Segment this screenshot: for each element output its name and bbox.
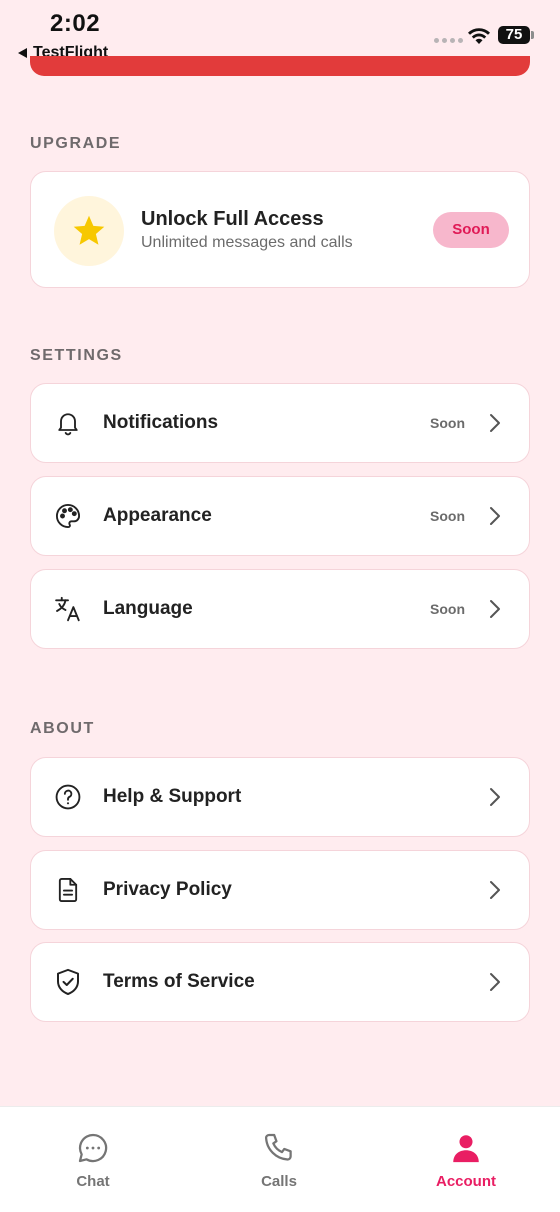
document-icon xyxy=(53,875,83,905)
tab-chat-label: Chat xyxy=(76,1173,110,1190)
about-item-terms-of-service[interactable]: Terms of Service xyxy=(30,942,530,1022)
status-time: 2:02 xyxy=(50,10,101,37)
help-support-label: Help & Support xyxy=(103,786,242,807)
upgrade-title: Unlock Full Access xyxy=(141,208,324,230)
shield-check-icon xyxy=(53,967,83,997)
appearance-soon-tag: Soon xyxy=(430,508,465,524)
settings-item-language[interactable]: Language Soon xyxy=(30,569,530,649)
language-label: Language xyxy=(103,598,193,619)
about-item-privacy-policy[interactable]: Privacy Policy xyxy=(30,850,530,930)
chevron-right-icon xyxy=(490,414,500,432)
battery-cap xyxy=(531,31,534,39)
chevron-right-icon xyxy=(490,973,500,991)
chevron-right-icon xyxy=(490,788,500,806)
cellular-signal-icon xyxy=(434,38,463,43)
tab-chat[interactable]: Chat xyxy=(0,1107,186,1212)
settings-section-label: SETTINGS xyxy=(30,347,123,364)
progress-strip xyxy=(30,56,530,76)
about-section-label: ABOUT xyxy=(30,720,95,737)
appearance-label: Appearance xyxy=(103,505,212,526)
upgrade-subtitle: Unlimited messages and calls xyxy=(141,234,353,251)
battery-indicator: 75 xyxy=(498,26,530,44)
back-arrow-icon xyxy=(18,48,27,58)
bell-icon xyxy=(53,408,83,438)
tab-account-label: Account xyxy=(436,1173,496,1190)
phone-icon xyxy=(264,1133,292,1161)
language-soon-tag: Soon xyxy=(430,601,465,617)
tab-calls-label: Calls xyxy=(261,1173,297,1190)
about-item-help-support[interactable]: Help & Support xyxy=(30,757,530,837)
chat-bubble-icon xyxy=(78,1133,108,1163)
star-icon xyxy=(73,215,105,245)
person-icon xyxy=(453,1135,479,1163)
unlock-full-access-card[interactable]: Unlock Full Access Unlimited messages an… xyxy=(30,171,530,288)
chevron-right-icon xyxy=(490,881,500,899)
palette-icon xyxy=(53,501,83,531)
star-badge xyxy=(54,196,124,266)
bottom-tab-bar: Chat Calls Account xyxy=(0,1106,560,1212)
chevron-right-icon xyxy=(490,507,500,525)
settings-item-notifications[interactable]: Notifications Soon xyxy=(30,383,530,463)
upgrade-soon-badge: Soon xyxy=(433,212,509,248)
tab-calls[interactable]: Calls xyxy=(186,1107,372,1212)
translate-icon xyxy=(53,594,83,624)
privacy-policy-label: Privacy Policy xyxy=(103,879,232,900)
tab-account[interactable]: Account xyxy=(373,1107,559,1212)
upgrade-section-label: UPGRADE xyxy=(30,135,122,152)
notifications-label: Notifications xyxy=(103,412,219,433)
settings-item-appearance[interactable]: Appearance Soon xyxy=(30,476,530,556)
wifi-icon xyxy=(468,28,490,44)
chevron-right-icon xyxy=(490,600,500,618)
help-circle-icon xyxy=(53,782,83,812)
notifications-soon-tag: Soon xyxy=(430,415,465,431)
terms-of-service-label: Terms of Service xyxy=(103,971,255,992)
